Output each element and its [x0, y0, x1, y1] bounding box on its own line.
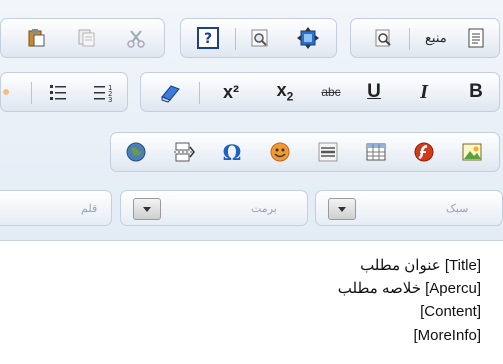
- italic-button[interactable]: I: [411, 79, 437, 105]
- chevron-down-icon[interactable]: [328, 198, 356, 220]
- svg-text:?: ?: [204, 31, 212, 47]
- subscript-index: 2: [286, 89, 294, 104]
- bold-label: B: [469, 81, 483, 102]
- preview-icon[interactable]: [371, 25, 397, 51]
- subscript-button[interactable]: x2: [267, 79, 303, 105]
- globe-icon[interactable]: [123, 139, 149, 165]
- horizontal-rule-icon[interactable]: [315, 139, 341, 165]
- underline-button[interactable]: U: [361, 79, 387, 105]
- style-combo[interactable]: سبک: [315, 190, 503, 226]
- content-line-apercu: خلاصه مطلب [Apercu]: [337, 280, 481, 297]
- editor-toolbar: ? منبع 123 x² x2 abc U I B Ω قلم برمت سب…: [0, 0, 503, 241]
- numbered-list-icon[interactable]: 123: [89, 79, 115, 105]
- bulleted-list-icon[interactable]: [45, 79, 71, 105]
- strikethrough-button[interactable]: abc: [313, 79, 349, 105]
- bold-button[interactable]: B: [463, 79, 489, 105]
- font-combo-text: قلم: [81, 203, 98, 215]
- underline-label: U: [367, 81, 381, 102]
- format-combo[interactable]: برمت: [120, 190, 308, 226]
- source-icon[interactable]: [463, 25, 489, 51]
- paste-icon[interactable]: [23, 25, 49, 51]
- smiley-icon[interactable]: [267, 139, 293, 165]
- separator: [235, 28, 236, 50]
- editor-content[interactable]: عنوان مطلب [Title] خلاصه مطلب [Apercu] […: [0, 241, 503, 364]
- table-icon[interactable]: [363, 139, 389, 165]
- italic-label: I: [420, 80, 428, 103]
- format-group: x² x2 abc U I B: [140, 72, 500, 112]
- pagebreak-icon[interactable]: [171, 139, 197, 165]
- format-combo-text: برمت: [251, 203, 277, 215]
- chevron-down-icon[interactable]: [133, 198, 161, 220]
- separator: [409, 28, 410, 50]
- outdent-icon[interactable]: [1, 79, 15, 105]
- separator: [199, 82, 200, 104]
- paste-text-icon[interactable]: [73, 25, 99, 51]
- help-icon[interactable]: ?: [195, 25, 221, 51]
- eraser-icon[interactable]: [157, 79, 183, 105]
- cut-icon[interactable]: [123, 25, 149, 51]
- insert-group: Ω: [110, 132, 500, 172]
- svg-text:3: 3: [108, 96, 112, 102]
- source-button-label[interactable]: منبع: [425, 30, 447, 46]
- document-group: منبع: [350, 18, 500, 58]
- separator: [31, 82, 32, 104]
- content-line-content: [Content]: [420, 303, 481, 320]
- superscript-button[interactable]: x²: [213, 79, 249, 105]
- list-group: 123: [0, 72, 128, 112]
- superscript-label: x²: [222, 81, 239, 102]
- find-replace-icon[interactable]: [247, 25, 273, 51]
- strike-label: abc: [321, 85, 341, 99]
- font-combo[interactable]: قلم: [0, 190, 112, 226]
- tools-group: ?: [180, 18, 337, 58]
- maximize-icon[interactable]: [295, 25, 321, 51]
- content-line-title: عنوان مطلب [Title]: [360, 257, 481, 274]
- content-line-moreinfo: [MoreInfo]: [413, 327, 481, 344]
- flash-icon[interactable]: [411, 139, 437, 165]
- style-combo-text: سبک: [446, 203, 469, 215]
- subscript-base: x: [276, 80, 287, 101]
- special-char-omega-icon[interactable]: Ω: [219, 139, 245, 165]
- clipboard-group: [0, 18, 165, 58]
- image-icon[interactable]: [459, 139, 485, 165]
